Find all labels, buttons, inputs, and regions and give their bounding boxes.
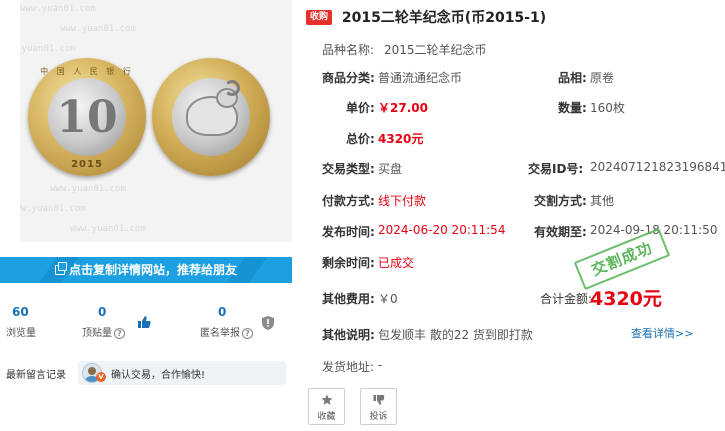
reports-label: 匿名举报 (200, 328, 240, 339)
thumbs-down-icon (373, 395, 385, 405)
likes-count: 0 (98, 305, 107, 319)
comments-label: 最新留言记录 (6, 370, 66, 381)
listing-type-badge: 收购 (306, 9, 333, 25)
thumbs-up-icon[interactable] (137, 315, 151, 329)
latest-comment-row: 最新留言记录 V 确认交易，合作愉快! (0, 361, 292, 385)
favorite-button[interactable]: 收藏 (308, 388, 345, 425)
shipping-address-label: 发货地址: (322, 360, 375, 374)
report-button[interactable]: 投诉 (360, 388, 397, 425)
notes-label: 其他说明: (322, 328, 375, 342)
total-label: 总价: (346, 132, 375, 146)
expires-label: 有效期至: (534, 225, 587, 239)
watermark-line: www.yuan01.com (50, 184, 126, 194)
coin-numeral: 10 (56, 92, 118, 143)
stats-row: 60 浏览量 0 顶贴量? 0 匿名举报? (0, 305, 292, 345)
listing-title: 2015二轮羊纪念币(币2015-1) (341, 10, 547, 26)
coin-ring-text: 中 国 人 民 银 行 (40, 67, 134, 76)
grand-total-label: 合计金额: (540, 292, 593, 306)
coin-inner-disc: 10 (48, 78, 126, 156)
quantity-value: 160枚 (590, 101, 625, 115)
favorite-label: 收藏 (317, 412, 336, 422)
watermark-line: www.yuan01.com (20, 44, 76, 54)
deal-complete-stamp: 交割成功 (573, 227, 671, 291)
unit-price-label: 单价: (346, 101, 375, 115)
likes-label: 顶贴量 (82, 328, 112, 339)
trade-type-label: 交易类型: (322, 162, 375, 176)
remaining-label: 剩余时间: (322, 256, 375, 270)
shipping-address-value: - (378, 358, 383, 372)
notes-value: 包发顺丰 散的22 货到即打款 (378, 328, 533, 342)
listing-details: 收购 2015二轮羊纪念币(币2015-1) 品种名称: 2015二轮羊纪念币 … (300, 0, 725, 431)
coin-inner-disc (172, 78, 250, 156)
variety-value: 2015二轮羊纪念币 (384, 43, 487, 57)
quantity-label: 数量: (558, 101, 587, 115)
remaining-value: 已成交 (378, 256, 415, 270)
shield-icon[interactable] (262, 316, 274, 330)
total-value: 4320元 (378, 132, 424, 146)
views-label: 浏览量 (6, 328, 36, 339)
likes-label-group: 顶贴量? (82, 324, 125, 339)
report-label: 投诉 (369, 412, 388, 422)
payment-value: 线下付款 (378, 194, 427, 208)
other-fees-value: ￥0 (378, 292, 398, 306)
other-fees-label: 其他费用: (322, 292, 375, 306)
variety-label: 品种名称: (322, 43, 375, 57)
grade-label: 品相: (558, 71, 587, 85)
comment-text: 确认交易，合作愉快! (111, 370, 206, 381)
views-count: 60 (12, 305, 29, 319)
unit-price-value: ￥27.00 (378, 101, 428, 115)
grade-value: 原卷 (590, 71, 615, 85)
product-photo[interactable]: www.yuan01.com www.yuan01.com www.yuan01… (20, 0, 292, 242)
copy-link-label: 点击复制详情网站，推荐给朋友 (68, 263, 237, 277)
coin-year: 2015 (71, 159, 103, 170)
trade-id-value: 202407121823196841 (590, 160, 725, 174)
category-value: 普通流通纪念币 (378, 71, 463, 85)
delivery-method-label: 交割方式: (534, 194, 587, 208)
comment-bubble: V 确认交易，合作愉快! (78, 361, 286, 385)
copy-icon (54, 262, 67, 275)
left-panel: www.yuan01.com www.yuan01.com www.yuan01… (0, 0, 292, 431)
question-icon[interactable]: ? (242, 327, 253, 339)
watermark-line: www.yuan01.com (20, 4, 96, 14)
coin-obverse-image: 中 国 人 民 银 行 10 2015 (28, 58, 146, 176)
sheep-horn (224, 80, 240, 96)
watermark-line: www.yuan01.com (70, 224, 146, 234)
star-icon (321, 394, 333, 405)
category-label: 商品分类: (322, 71, 375, 85)
watermark-line: www.yuan01.com (20, 204, 86, 214)
coin-reverse-image (152, 58, 270, 176)
reports-label-group: 匿名举报? (200, 324, 253, 339)
listing-title-row: 收购 2015二轮羊纪念币(币2015-1) (306, 7, 546, 27)
published-label: 发布时间: (322, 225, 375, 239)
watermark-line: www.yuan01.com (60, 24, 136, 34)
reports-count: 0 (218, 305, 227, 319)
view-details-link[interactable]: 查看详情>> (631, 325, 693, 341)
copy-link-bar[interactable]: 点击复制详情网站，推荐给朋友 (0, 257, 292, 283)
grand-total-value: 4320元 (590, 288, 662, 310)
published-value: 2024-06-20 20:11:54 (378, 223, 506, 237)
delivery-method-value: 其他 (590, 194, 615, 208)
question-icon[interactable]: ? (114, 327, 125, 339)
trade-type-value: 买盘 (378, 162, 403, 176)
payment-label: 付款方式: (322, 194, 375, 208)
trade-id-label: 交易ID号: (528, 162, 584, 176)
vip-badge: V (96, 372, 106, 382)
